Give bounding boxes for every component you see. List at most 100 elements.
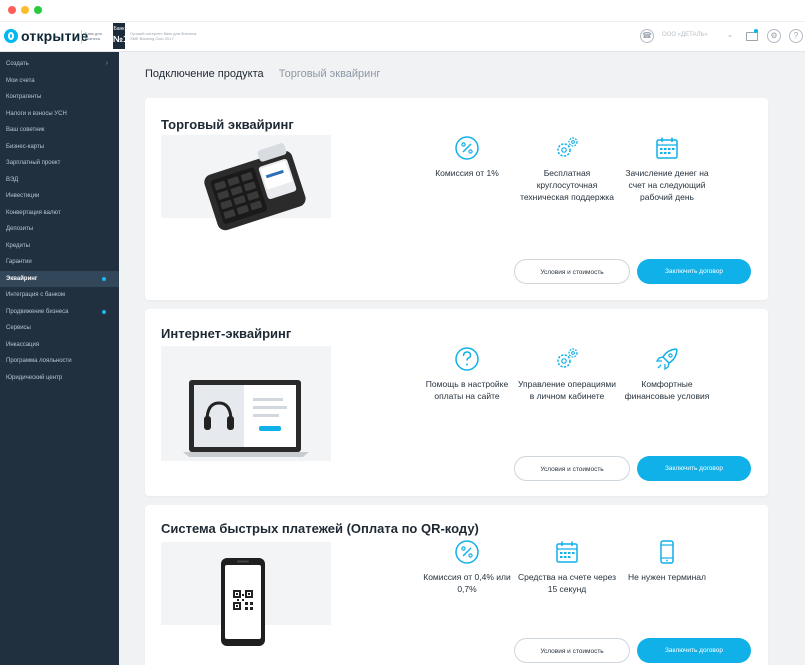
sidebar-item-advisor[interactable]: Ваш советник <box>0 122 119 139</box>
new-indicator-dot <box>102 309 106 314</box>
sidebar-item-label: Ваш советник <box>6 127 45 133</box>
sidebar-item-services[interactable]: Сервисы <box>0 320 119 337</box>
chevron-down-icon[interactable]: ⌄ <box>727 31 733 39</box>
sidebar-item-acquiring[interactable]: Эквайринг <box>0 270 119 287</box>
sidebar-item-integration[interactable]: Интеграция с банком <box>0 287 119 304</box>
sidebar-item-taxes[interactable]: Налоги и взносы УСН <box>0 106 119 123</box>
product-card-fast-payments: Система быстрых платежей (Оплата по QR-к… <box>145 505 768 665</box>
sidebar-item-collection[interactable]: Инкассация <box>0 337 119 354</box>
sidebar-item-label: Конвертация валют <box>6 209 61 216</box>
company-selector[interactable]: ООО «ДЕТАЛЬ» <box>662 32 722 38</box>
sidebar-item-deposits[interactable]: Депозиты <box>0 221 119 238</box>
sidebar-item-counterparties[interactable]: Контрагенты <box>0 89 119 106</box>
sidebar-item-label: Эквайринг <box>6 275 38 282</box>
bank-logo-text[interactable]: открытие <box>21 28 88 44</box>
feature-label: Комиссия от 0,4% или 0,7% <box>423 572 511 594</box>
smartphone-qr-illustration <box>221 558 265 646</box>
sidebar-item-salary[interactable]: Зарплатный проект <box>0 155 119 172</box>
sidebar-item-label: Депозиты <box>6 226 34 232</box>
feature-label: Бесплатная круглосуточная техническая по… <box>520 168 614 202</box>
support-icon[interactable]: ☎ <box>640 29 654 43</box>
card-title: Интернет-эквайринг <box>161 326 292 341</box>
feature-conditions: Комфортные финансовые условия <box>617 346 717 402</box>
terms-button[interactable]: Условия и стоимость <box>514 456 630 481</box>
sidebar-item-label: Налоги и взносы УСН <box>6 110 67 117</box>
award-badge-number: №1 <box>113 34 129 44</box>
sidebar-item-promotion[interactable]: Продвижение бизнеса <box>0 304 119 321</box>
percent-icon <box>455 136 479 160</box>
sign-contract-button[interactable]: Заключить договор <box>637 259 751 284</box>
sign-contract-button[interactable]: Заключить договор <box>637 638 751 663</box>
feature-label: Средства на счете через 15 секунд <box>517 572 617 594</box>
card-title: Система быстрых платежей (Оплата по QR-к… <box>161 521 479 536</box>
card-title: Торговый эквайринг <box>161 117 294 132</box>
help-icon[interactable]: ? <box>789 29 803 43</box>
mail-icon[interactable] <box>746 29 758 41</box>
logo-subtitle: Банк для бизнеса <box>85 31 102 41</box>
bank-logo-icon[interactable] <box>4 29 18 43</box>
percent-icon <box>455 540 479 564</box>
feature-next-day: Зачисление денег на счет на следующий ра… <box>617 135 717 203</box>
smartphone-qr-image <box>161 542 331 646</box>
sidebar-item-investments[interactable]: Инвестиции <box>0 188 119 205</box>
award-badge-top: Банк <box>113 26 125 32</box>
sidebar-item-label: ВЭД <box>6 176 19 183</box>
laptop-illustration <box>183 380 309 457</box>
feature-commission: Комиссия от 0,4% или 0,7% <box>417 539 517 595</box>
feature-cabinet: Управление операциями в личном кабинете <box>517 346 617 402</box>
sidebar-item-business-cards[interactable]: Бизнес-карты <box>0 139 119 156</box>
terms-button[interactable]: Условия и стоимость <box>514 259 630 284</box>
close-window-button[interactable] <box>8 6 16 14</box>
feature-label: Не нужен терминал <box>628 572 706 582</box>
sidebar-item-label: Бизнес-карты <box>6 143 45 150</box>
sidebar-item-guarantees[interactable]: Гарантии <box>0 254 119 271</box>
maximize-window-button[interactable] <box>34 6 42 14</box>
feature-setup-help: Помощь в настройке оплаты на сайте <box>417 346 517 402</box>
feature-label: Комфортные финансовые условия <box>624 379 710 401</box>
feature-no-terminal: Не нужен терминал <box>617 539 717 583</box>
feature-label: Управление операциями в личном кабинете <box>518 379 616 401</box>
gears-icon <box>557 348 578 368</box>
feature-label: Зачисление денег на счет на следующий ра… <box>625 168 709 202</box>
gears-icon <box>557 137 578 157</box>
feature-15-seconds: Средства на счете через 15 секунд <box>517 539 617 595</box>
sidebar-item-label: Юридический центр <box>6 374 63 381</box>
feature-label: Комиссия от 1% <box>435 168 499 178</box>
feature-support: Бесплатная круглосуточная техническая по… <box>517 135 617 203</box>
product-card-trade-acquiring: Торговый эквайринг Комиссия от 1% Беспла… <box>145 98 768 300</box>
calendar-icon <box>556 541 578 563</box>
pos-terminal-image <box>161 135 331 231</box>
sidebar-item-label: Сервисы <box>6 325 31 331</box>
chevron-right-icon: › <box>105 60 108 67</box>
sidebar: Создать › Мои счета Контрагенты Налоги и … <box>0 52 119 665</box>
feature-commission: Комиссия от 1% <box>417 135 517 179</box>
laptop-image <box>161 346 331 461</box>
sidebar-item-label: Гарантии <box>6 259 32 265</box>
sidebar-item-credits[interactable]: Кредиты <box>0 238 119 255</box>
award-text: Лучший интернет-банк для бизнеса. SME Ba… <box>130 31 198 41</box>
sidebar-item-currency[interactable]: Конвертация валют <box>0 205 119 222</box>
sidebar-item-legal[interactable]: Юридический центр <box>0 370 119 387</box>
breadcrumb-current: Торговый эквайринг <box>278 68 381 80</box>
sidebar-item-label: Продвижение бизнеса <box>6 308 69 315</box>
sidebar-item-loyalty[interactable]: Программа лояльности <box>0 353 119 370</box>
sidebar-item-label: Программа лояльности <box>6 358 72 364</box>
terms-button[interactable]: Условия и стоимость <box>514 638 630 663</box>
minimize-window-button[interactable] <box>21 6 29 14</box>
question-icon <box>455 347 479 371</box>
award-badge: Банк №1 <box>113 23 129 49</box>
breadcrumb: Подключение продукта Торговый эквайринг <box>145 68 380 80</box>
sidebar-item-label: Зарплатный проект <box>6 160 61 166</box>
window-titlebar <box>0 0 805 22</box>
pos-terminal-illustration <box>204 143 306 231</box>
settings-icon[interactable]: ⚙ <box>767 29 781 43</box>
sidebar-item-accounts[interactable]: Мои счета <box>0 73 119 90</box>
breadcrumb-parent[interactable]: Подключение продукта <box>145 68 264 80</box>
smartphone-icon <box>660 540 674 564</box>
sign-contract-button[interactable]: Заключить договор <box>637 456 751 481</box>
sidebar-item-create[interactable]: Создать › <box>0 56 119 73</box>
sidebar-item-ved[interactable]: ВЭД <box>0 172 119 189</box>
sidebar-item-label: Кредиты <box>6 242 30 249</box>
sidebar-item-label: Контрагенты <box>6 94 42 100</box>
sidebar-item-label: Инкассация <box>6 341 40 348</box>
